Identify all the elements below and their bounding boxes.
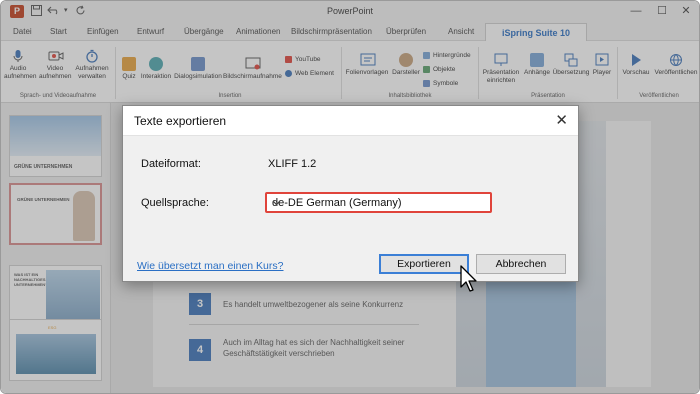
dialog-header: Texte exportieren ✕ <box>123 106 578 136</box>
file-format-value: XLIFF 1.2 <box>268 158 317 170</box>
source-language-select[interactable]: de-DE German (Germany) <box>265 192 492 213</box>
help-translate-course-link[interactable]: Wie übersetzt man einen Kurs? <box>137 260 284 272</box>
chevron-down-icon <box>272 196 484 212</box>
dialog-close-button[interactable]: ✕ <box>555 111 568 129</box>
powerpoint-window: P ▾ PowerPoint — ☐ ✕ Datei Start Einfüge… <box>0 0 700 394</box>
dialog-title: Texte exportieren <box>134 114 227 128</box>
cancel-button[interactable]: Abbrechen <box>476 254 566 274</box>
export-button[interactable]: Exportieren <box>379 254 469 274</box>
source-language-label: Quellsprache: <box>141 197 209 209</box>
file-format-label: Dateiformat: <box>141 158 201 170</box>
mouse-pointer-icon <box>459 265 479 293</box>
export-texts-dialog: Texte exportieren ✕ Dateiformat: XLIFF 1… <box>122 105 579 282</box>
